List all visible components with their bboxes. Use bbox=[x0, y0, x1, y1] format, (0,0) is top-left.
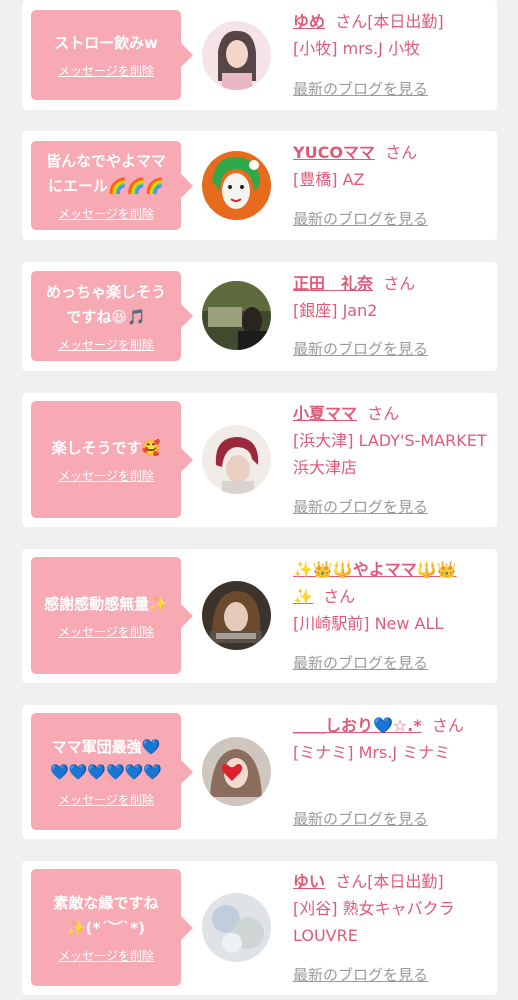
avatar[interactable] bbox=[202, 737, 271, 806]
user-info: ✨👑🔱やよママ🔱👑✨ さん [川崎駅前] New ALL bbox=[293, 556, 493, 637]
message-card: 素敵な縁ですね ✨(*´︶`*) メッセージを削除 ゆい さん[本日出勤] [刈… bbox=[22, 861, 497, 995]
user-name-link[interactable]: ゆめ bbox=[293, 12, 325, 31]
delete-message-link[interactable]: メッセージを削除 bbox=[58, 467, 154, 484]
message-text: 感謝感動感無量✨ bbox=[44, 594, 168, 613]
latest-blog-link[interactable]: 最新のブログを見る bbox=[293, 338, 428, 359]
latest-blog-link[interactable]: 最新のブログを見る bbox=[293, 652, 428, 673]
message-card: 感謝感動感無量✨ メッセージを削除 ✨👑🔱やよママ🔱👑✨ さん [川崎駅前] N… bbox=[22, 549, 497, 683]
avatar[interactable] bbox=[202, 893, 271, 962]
delete-message-link[interactable]: メッセージを削除 bbox=[58, 62, 154, 79]
user-suffix: さん bbox=[431, 716, 464, 735]
message-card: めっちゃ楽しそう ですね😆🎵 メッセージを削除 正田 礼奈 さん [銀座] Ja… bbox=[22, 262, 497, 371]
message-card: 楽しそうです🥰 メッセージを削除 小夏ママ さん [浜大津] LADY'S-MA… bbox=[22, 393, 497, 527]
user-info: 小夏ママ さん [浜大津] LADY'S-MARKET 浜大津店 bbox=[293, 400, 493, 481]
delete-message-link[interactable]: メッセージを削除 bbox=[58, 791, 154, 808]
latest-blog-link[interactable]: 最新のブログを見る bbox=[293, 964, 428, 985]
user-name-link[interactable]: ＿＿しおり💙☆.* bbox=[293, 716, 422, 735]
user-info: ＿＿しおり💙☆.* さん [ミナミ] Mrs.J ミナミ bbox=[293, 712, 493, 766]
latest-blog-link[interactable]: 最新のブログを見る bbox=[293, 808, 428, 829]
avatar[interactable] bbox=[202, 21, 271, 90]
user-suffix: さん[本日出勤] bbox=[335, 872, 444, 891]
user-info: ゆい さん[本日出勤] [刈谷] 熟女キャバクラLOUVRE bbox=[293, 868, 493, 949]
message-bubble: めっちゃ楽しそう ですね😆🎵 メッセージを削除 bbox=[31, 271, 193, 361]
message-bubble: ストロー飲みw メッセージを削除 bbox=[31, 10, 193, 100]
shop-label: [小牧] mrs.J 小牧 bbox=[293, 39, 420, 58]
message-bubble: ママ軍団最強💙 💙💙💙💙💙💙 メッセージを削除 bbox=[31, 713, 193, 830]
user-name-link[interactable]: YUCOママ bbox=[293, 143, 375, 162]
latest-blog-link[interactable]: 最新のブログを見る bbox=[293, 496, 428, 517]
latest-blog-link[interactable]: 最新のブログを見る bbox=[293, 208, 428, 229]
message-bubble: 素敵な縁ですね ✨(*´︶`*) メッセージを削除 bbox=[31, 869, 193, 986]
user-name-link[interactable]: ゆい bbox=[293, 872, 325, 891]
avatar[interactable] bbox=[202, 281, 271, 350]
message-text: ママ軍団最強💙 💙💙💙💙💙💙 bbox=[49, 738, 163, 781]
shop-label: [銀座] Jan2 bbox=[293, 301, 378, 320]
shop-label: [ミナミ] Mrs.J ミナミ bbox=[293, 743, 451, 762]
shop-label: [豊橋] AZ bbox=[293, 170, 365, 189]
latest-blog-link[interactable]: 最新のブログを見る bbox=[293, 78, 428, 99]
delete-message-link[interactable]: メッセージを削除 bbox=[58, 623, 154, 640]
shop-label: [刈谷] 熟女キャバクラLOUVRE bbox=[293, 899, 455, 945]
user-suffix: さん bbox=[323, 587, 356, 606]
user-suffix: さん bbox=[385, 143, 418, 162]
message-text: めっちゃ楽しそう ですね😆🎵 bbox=[45, 282, 166, 326]
avatar[interactable] bbox=[202, 581, 271, 650]
user-suffix: さん bbox=[367, 404, 400, 423]
user-name-link[interactable]: 正田 礼奈 bbox=[293, 274, 373, 293]
delete-message-link[interactable]: メッセージを削除 bbox=[58, 336, 154, 353]
shop-label: [浜大津] LADY'S-MARKET 浜大津店 bbox=[293, 431, 487, 477]
message-bubble: 感謝感動感無量✨ メッセージを削除 bbox=[31, 557, 193, 674]
avatar[interactable] bbox=[202, 425, 271, 494]
message-card: ストロー飲みw メッセージを削除 ゆめ さん[本日出勤] [小牧] mrs.J … bbox=[22, 0, 497, 110]
user-info: YUCOママ さん [豊橋] AZ bbox=[293, 139, 493, 193]
user-suffix: さん bbox=[383, 274, 416, 293]
message-text: 素敵な縁ですね ✨(*´︶`*) bbox=[53, 894, 159, 937]
message-card: ママ軍団最強💙 💙💙💙💙💙💙 メッセージを削除 ＿＿しおり💙☆.* さん [ミナ… bbox=[22, 705, 497, 839]
message-bubble: 楽しそうです🥰 メッセージを削除 bbox=[31, 401, 193, 518]
message-bubble: 皆んなでやよママ にエール🌈🌈🌈 メッセージを削除 bbox=[31, 141, 193, 230]
user-info: 正田 礼奈 さん [銀座] Jan2 bbox=[293, 270, 493, 324]
avatar[interactable] bbox=[202, 151, 271, 220]
user-name-link[interactable]: ✨👑🔱やよママ🔱👑✨ bbox=[293, 560, 457, 606]
message-text: ストロー飲みw bbox=[54, 34, 158, 52]
user-info: ゆめ さん[本日出勤] [小牧] mrs.J 小牧 bbox=[293, 8, 493, 62]
message-list: ストロー飲みw メッセージを削除 ゆめ さん[本日出勤] [小牧] mrs.J … bbox=[0, 0, 518, 1000]
user-name-link[interactable]: 小夏ママ bbox=[293, 404, 357, 423]
delete-message-link[interactable]: メッセージを削除 bbox=[58, 947, 154, 964]
shop-label: [川崎駅前] New ALL bbox=[293, 614, 444, 633]
delete-message-link[interactable]: メッセージを削除 bbox=[58, 205, 154, 222]
user-suffix: さん[本日出勤] bbox=[335, 12, 444, 31]
message-text: 皆んなでやよママ にエール🌈🌈🌈 bbox=[45, 152, 166, 195]
message-text: 楽しそうです🥰 bbox=[51, 438, 161, 457]
message-card: 皆んなでやよママ にエール🌈🌈🌈 メッセージを削除 YUCOママ さん [豊橋]… bbox=[22, 131, 497, 240]
